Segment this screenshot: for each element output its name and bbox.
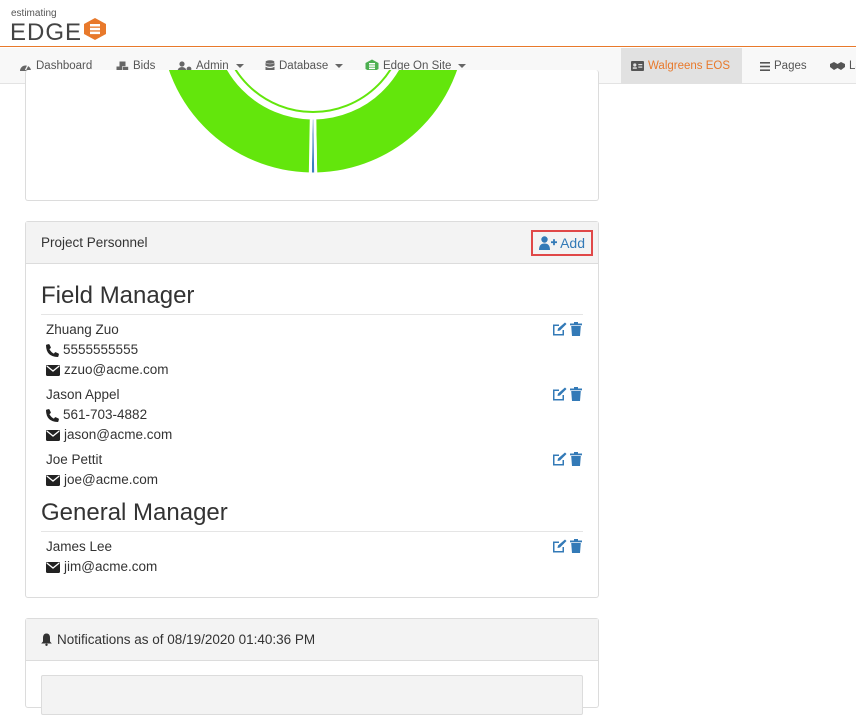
person-name: Joe Pettit: [46, 452, 103, 467]
nav-walgreens-eos-label: Walgreens EOS: [648, 60, 731, 72]
logo-mark-icon: [84, 18, 106, 40]
phone-icon: [46, 343, 59, 357]
nav-pages-label: Pages: [774, 60, 807, 72]
app-header: estimating EDGE: [0, 0, 856, 47]
nav-overflow-label: La: [849, 60, 856, 72]
personnel-item: Zhuang Zuo 5555555555 zzuo@acme.com: [46, 320, 582, 380]
envelope-icon: [46, 474, 60, 486]
edit-icon[interactable]: [552, 452, 567, 466]
notifications-heading: Notifications as of 08/19/2020 01:40:36 …: [26, 619, 598, 661]
trash-icon[interactable]: [570, 387, 582, 401]
chevron-down-icon: [458, 64, 467, 68]
chevron-down-icon: [235, 64, 244, 68]
edit-icon[interactable]: [552, 387, 567, 401]
list-icon: [760, 61, 770, 71]
envelope-icon: [46, 429, 60, 441]
notifications-panel: Notifications as of 08/19/2020 01:40:36 …: [25, 618, 599, 715]
edit-icon[interactable]: [552, 539, 567, 553]
person-email: joe@acme.com: [64, 472, 158, 487]
person-email: jim@acme.com: [64, 559, 158, 574]
donut-chart: [159, 70, 467, 176]
trash-icon[interactable]: [570, 539, 582, 553]
personnel-item: Joe Pettit joe@acme.com: [46, 450, 582, 490]
logo-big-text: EDGE: [10, 19, 83, 46]
nav-overflow-item[interactable]: La: [830, 48, 856, 84]
project-personnel-panel: Project Personnel Add Field Manager Zhua…: [25, 221, 599, 598]
panel-heading: Project Personnel Add: [26, 222, 598, 264]
person-name: James Lee: [46, 539, 113, 554]
donut-slice-green[interactable]: [159, 70, 313, 176]
person-phone: 5555555555: [63, 342, 139, 357]
add-personnel-button[interactable]: Add: [531, 229, 593, 256]
section-title-field-manager: Field Manager: [41, 282, 195, 309]
edit-icon[interactable]: [552, 322, 567, 336]
envelope-icon: [46, 364, 60, 376]
person-name: Jason Appel: [46, 387, 120, 402]
nav-pages[interactable]: Pages: [760, 48, 807, 84]
id-card-icon: [631, 61, 644, 71]
donut-slice-green[interactable]: [313, 70, 467, 176]
section-divider: [41, 314, 583, 315]
person-name: Zhuang Zuo: [46, 322, 119, 337]
personnel-item: Jason Appel 561-703-4882 jason@acme.com: [46, 385, 582, 445]
person-email: zzuo@acme.com: [64, 362, 169, 377]
nav-walgreens-eos[interactable]: Walgreens EOS: [621, 48, 742, 84]
bell-icon: [41, 633, 52, 646]
trash-icon[interactable]: [570, 452, 582, 466]
notifications-title: Notifications as of 08/19/2020 01:40:36 …: [57, 632, 316, 647]
person-phone: 561-703-4882: [63, 407, 148, 422]
logo-small-text: estimating: [11, 8, 57, 19]
add-label: Add: [560, 234, 585, 251]
handshake-icon: [830, 62, 845, 70]
section-divider: [41, 531, 583, 532]
envelope-icon: [46, 561, 60, 573]
person-email: jason@acme.com: [64, 427, 173, 442]
chart-panel: [25, 70, 599, 201]
estimating-edge-logo[interactable]: estimating EDGE: [10, 8, 110, 46]
user-plus-icon: [539, 235, 558, 250]
trash-icon[interactable]: [570, 322, 582, 336]
notification-item: [41, 675, 583, 715]
chevron-down-icon: [335, 64, 344, 68]
section-title-general-manager: General Manager: [41, 499, 228, 526]
personnel-item: James Lee jim@acme.com: [46, 537, 582, 577]
panel-title: Project Personnel: [41, 235, 148, 250]
phone-icon: [46, 408, 59, 422]
